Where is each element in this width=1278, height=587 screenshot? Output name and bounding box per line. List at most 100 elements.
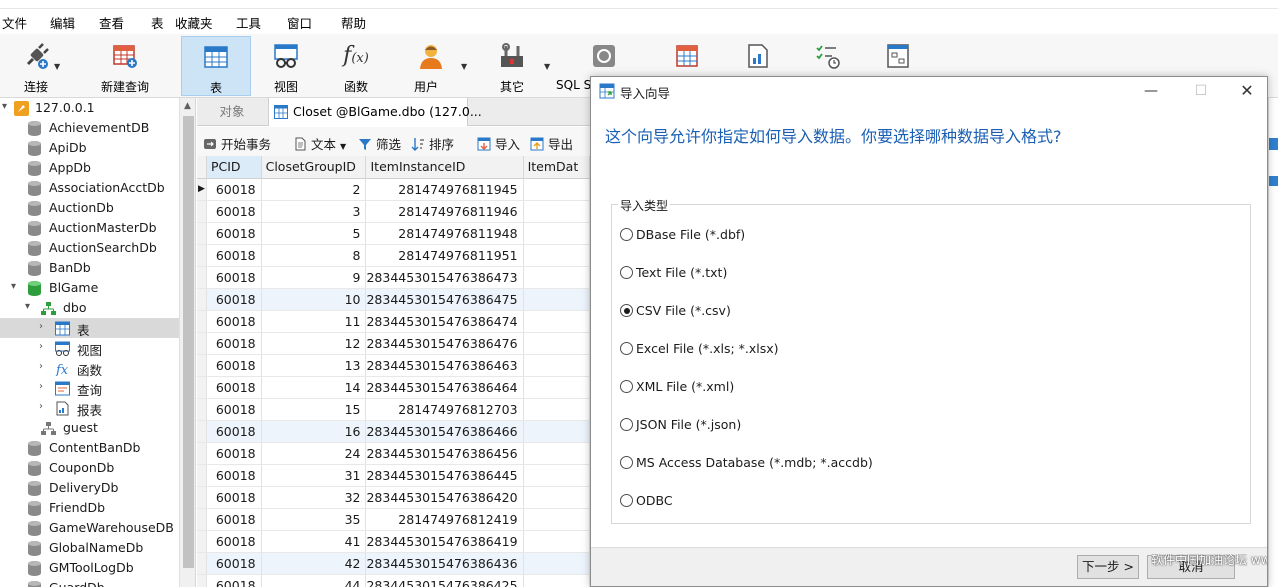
menu-favorites[interactable]: 收藏夹 bbox=[175, 13, 213, 32]
model-icon[interactable] bbox=[884, 42, 912, 70]
scroll-up-icon[interactable]: ▲ bbox=[184, 101, 191, 111]
chevron-down-icon[interactable]: ▼ bbox=[544, 62, 550, 71]
row-indicator[interactable] bbox=[197, 288, 207, 311]
connect-button[interactable]: 连接 ▼ bbox=[8, 36, 64, 96]
row-indicator[interactable] bbox=[197, 332, 207, 355]
table-cell[interactable]: 13 bbox=[261, 354, 367, 377]
table-cell[interactable]: 60018 bbox=[206, 332, 262, 355]
row-indicator[interactable] bbox=[197, 376, 207, 399]
table-cell[interactable]: 2834453015476386463 bbox=[365, 354, 524, 377]
menu-table[interactable]: 表 bbox=[151, 13, 164, 32]
row-indicator[interactable] bbox=[197, 222, 207, 245]
table-cell[interactable]: 281474976812703 bbox=[365, 398, 524, 421]
close-icon[interactable]: ✕ bbox=[1237, 81, 1257, 101]
table-cell[interactable] bbox=[523, 310, 590, 333]
table-cell[interactable] bbox=[523, 552, 590, 575]
view-button[interactable]: 视图 bbox=[258, 36, 314, 96]
table-row[interactable]: 60018 41 2834453015476386419 bbox=[197, 530, 590, 553]
table-cell[interactable]: 8 bbox=[261, 244, 367, 267]
table-row[interactable]: 60018 35 281474976812419 bbox=[197, 508, 590, 531]
table-cell[interactable]: 3 bbox=[261, 200, 367, 223]
tree-schema-guest[interactable]: guest bbox=[0, 418, 179, 438]
table-row[interactable]: 60018 14 2834453015476386464 bbox=[197, 376, 590, 399]
row-indicator[interactable] bbox=[197, 552, 207, 575]
table-cell[interactable] bbox=[523, 266, 590, 289]
table-cell[interactable] bbox=[523, 222, 590, 245]
radio-button[interactable] bbox=[620, 304, 633, 317]
table-row[interactable]: 60018 24 2834453015476386456 bbox=[197, 442, 590, 465]
table-cell[interactable] bbox=[523, 332, 590, 355]
tree-scrollbar[interactable]: ▲ bbox=[179, 98, 195, 587]
table-cell[interactable]: 2 bbox=[261, 178, 367, 201]
tree-db-blgame[interactable]: ▾ BlGame bbox=[0, 278, 179, 298]
table-cell[interactable]: 60018 bbox=[206, 420, 262, 443]
radio-button[interactable] bbox=[620, 380, 633, 393]
user-button[interactable]: 用户 ▼ bbox=[398, 36, 467, 96]
menu-view[interactable]: 查看 bbox=[99, 13, 124, 32]
export-button[interactable]: 导出 bbox=[530, 134, 573, 153]
schedule-icon[interactable] bbox=[814, 42, 842, 70]
table-cell[interactable]: 11 bbox=[261, 310, 367, 333]
tree-db-node[interactable]: GuardDb bbox=[0, 578, 179, 587]
table-cell[interactable]: 2834453015476386420 bbox=[365, 486, 524, 509]
tree-schema-child[interactable]: › 表 bbox=[0, 318, 179, 338]
table-cell[interactable]: 15 bbox=[261, 398, 367, 421]
table-cell[interactable]: 2834453015476386474 bbox=[365, 310, 524, 333]
table-cell[interactable]: 9 bbox=[261, 266, 367, 289]
radio-button[interactable] bbox=[620, 228, 633, 241]
row-indicator[interactable] bbox=[197, 266, 207, 289]
table-row[interactable]: ▶ 60018 2 281474976811945 bbox=[197, 178, 590, 201]
table-cell[interactable] bbox=[523, 464, 590, 487]
data-grid[interactable]: PCID ClosetGroupID ItemInstanceID ItemDa… bbox=[197, 156, 590, 587]
text-button[interactable]: 文本 ▼ bbox=[293, 134, 346, 153]
chevron-down-icon[interactable]: ▼ bbox=[54, 62, 60, 71]
table-cell[interactable]: 41 bbox=[261, 530, 367, 553]
radio-button[interactable] bbox=[620, 266, 633, 279]
tree-db-node[interactable]: GameWarehouseDB bbox=[0, 518, 179, 538]
radio-button[interactable] bbox=[620, 342, 633, 355]
report-icon[interactable] bbox=[744, 42, 772, 70]
scrollbar-thumb[interactable] bbox=[183, 116, 194, 568]
table-cell[interactable]: 10 bbox=[261, 288, 367, 311]
row-indicator[interactable] bbox=[197, 310, 207, 333]
table-cell[interactable]: 2834453015476386419 bbox=[365, 530, 524, 553]
row-indicator[interactable] bbox=[197, 574, 207, 587]
tree-db-node[interactable]: GlobalNameDb bbox=[0, 538, 179, 558]
tree-db-node[interactable]: ContentBanDb bbox=[0, 438, 179, 458]
table-icon[interactable] bbox=[674, 42, 702, 70]
table-cell[interactable]: 2834453015476386445 bbox=[365, 464, 524, 487]
table-cell[interactable]: 44 bbox=[261, 574, 367, 587]
table-cell[interactable]: 281474976811948 bbox=[365, 222, 524, 245]
tree-schema-child[interactable]: › 报表 bbox=[0, 398, 179, 418]
table-cell[interactable]: 2834453015476386475 bbox=[365, 288, 524, 311]
table-cell[interactable]: 281474976812419 bbox=[365, 508, 524, 531]
begin-transaction-button[interactable]: 开始事务 bbox=[203, 134, 271, 153]
next-button[interactable]: 下一步 > bbox=[1077, 555, 1139, 579]
sort-button[interactable]: 排序 bbox=[411, 134, 454, 153]
table-cell[interactable]: 60018 bbox=[206, 574, 262, 587]
table-cell[interactable]: 60018 bbox=[206, 398, 262, 421]
table-cell[interactable] bbox=[523, 508, 590, 531]
table-row[interactable]: 60018 10 2834453015476386475 bbox=[197, 288, 590, 311]
menu-edit[interactable]: 编辑 bbox=[50, 13, 75, 32]
table-cell[interactable]: 2834453015476386464 bbox=[365, 376, 524, 399]
tree-schema-child[interactable]: › fx 函数 bbox=[0, 358, 179, 378]
table-cell[interactable]: 281474976811945 bbox=[365, 178, 524, 201]
chevron-right-icon[interactable]: › bbox=[39, 341, 43, 352]
table-cell[interactable] bbox=[523, 244, 590, 267]
menu-file[interactable]: 文件 bbox=[2, 13, 27, 32]
tree-db-node[interactable]: AppDb bbox=[0, 158, 179, 178]
table-row[interactable]: 60018 16 2834453015476386466 bbox=[197, 420, 590, 443]
tree-schema-child[interactable]: › 视图 bbox=[0, 338, 179, 358]
table-row[interactable]: 60018 31 2834453015476386445 bbox=[197, 464, 590, 487]
table-cell[interactable]: 60018 bbox=[206, 530, 262, 553]
tab-object[interactable]: 对象 bbox=[197, 98, 267, 126]
radio-button[interactable] bbox=[620, 456, 633, 469]
tab-closet-table[interactable]: Closet @BlGame.dbo (127.0... bbox=[268, 98, 482, 126]
function-button[interactable]: f(x) 函数 bbox=[328, 36, 384, 96]
tree-db-node[interactable]: AuctionSearchDb bbox=[0, 238, 179, 258]
table-cell[interactable]: 31 bbox=[261, 464, 367, 487]
table-cell[interactable] bbox=[523, 530, 590, 553]
chevron-down-icon[interactable]: ▾ bbox=[2, 101, 7, 112]
tree-db-node[interactable]: GMToolLogDb bbox=[0, 558, 179, 578]
